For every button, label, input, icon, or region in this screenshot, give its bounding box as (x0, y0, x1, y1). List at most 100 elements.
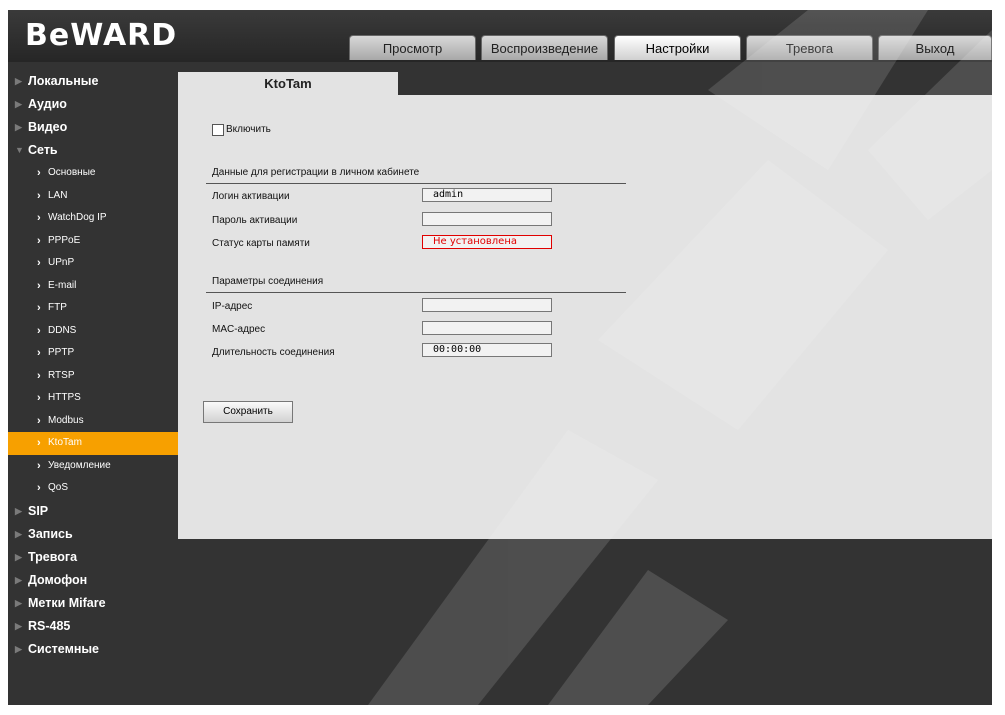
section-divider (206, 292, 626, 293)
sidebar-subitem-label: WatchDog IP (48, 212, 107, 223)
sidebar-item-record[interactable]: ▶ Запись (8, 523, 178, 546)
arrow-right-icon: ▶ (15, 76, 22, 86)
ip-label: IP-адрес (212, 301, 253, 312)
chevron-right-icon: › (37, 437, 41, 449)
mac-label: MAC-адрес (212, 324, 266, 335)
sidebar-item-label: RS-485 (28, 618, 71, 633)
chevron-right-icon: › (37, 347, 41, 359)
sidebar-item-intercom[interactable]: ▶ Домофон (8, 569, 178, 592)
app-frame: BeWARD Просмотр Воспроизведение Настройк… (8, 10, 992, 705)
sidebar-subitem-rtsp[interactable]: › RTSP (8, 365, 178, 388)
arrow-right-icon: ▶ (15, 574, 22, 585)
sidebar-subitem-modbus[interactable]: › Modbus (8, 410, 178, 433)
settings-panel: Включить Данные для регистрации в личном… (178, 95, 992, 539)
sidebar-subitem-label: LAN (48, 189, 68, 201)
arrow-right-icon: ▶ (15, 551, 22, 562)
sidebar-item-audio[interactable]: ▶ Аудио (8, 93, 178, 116)
sd-status-field: Не установлена (422, 235, 552, 249)
sidebar-subitem-label: Основные (48, 167, 96, 178)
sidebar-subitem-pptp[interactable]: › PPTP (8, 342, 178, 365)
sidebar-subitem-label: PPPoE (48, 234, 81, 246)
sidebar-item-label: Тревога (28, 549, 78, 564)
chevron-right-icon: › (37, 279, 41, 292)
mac-field[interactable] (422, 321, 552, 335)
sidebar-subitem-label: KtoTam (48, 437, 82, 448)
chevron-right-icon: › (37, 459, 41, 472)
sidebar-subitem-watchdog[interactable]: › WatchDog IP (8, 207, 178, 230)
sidebar-item-label: Локальные (28, 74, 99, 88)
sidebar-subitem-ddns[interactable]: › DDNS (8, 320, 178, 343)
sidebar-subitem-label: PPTP (48, 347, 75, 358)
sidebar-subitem-email[interactable]: › E-mail (8, 275, 178, 298)
arrow-right-icon: ▶ (15, 505, 22, 516)
section-divider (206, 183, 626, 184)
brand-logo: BeWARD (25, 18, 178, 53)
arrow-right-icon: ▶ (15, 597, 22, 608)
sidebar-subitem-label: E-mail (48, 279, 77, 291)
password-field[interactable] (422, 212, 552, 226)
arrow-right-icon: ▶ (15, 99, 22, 109)
enable-checkbox[interactable] (212, 124, 224, 136)
sidebar: ▶ Локальные ▶ Аудио ▶ Видео ▼ Сеть › Основные… (8, 70, 178, 661)
duration-field: 00:00:00 (422, 343, 552, 357)
tab-exit[interactable]: Выход (878, 35, 992, 60)
sidebar-subitem-label: DDNS (48, 324, 77, 336)
sidebar-subitem-https[interactable]: › HTTPS (8, 387, 178, 410)
sidebar-item-label: SIP (28, 503, 49, 518)
chevron-right-icon: › (37, 189, 41, 202)
tab-settings[interactable]: Настройки (614, 35, 741, 60)
sidebar-item-system[interactable]: ▶ Системные (8, 638, 178, 661)
save-button[interactable]: Сохранить (203, 401, 293, 423)
sidebar-subitem-label: HTTPS (48, 392, 81, 403)
chevron-right-icon: › (37, 369, 41, 382)
chevron-right-icon: › (37, 482, 41, 494)
sidebar-item-rs485[interactable]: ▶ RS-485 (8, 615, 178, 638)
sidebar-item-network[interactable]: ▼ Сеть (8, 139, 178, 162)
chevron-right-icon: › (37, 167, 41, 179)
sidebar-subitem-ktotam[interactable]: › KtoTam (8, 432, 178, 455)
sidebar-item-sip[interactable]: ▶ SIP (8, 500, 178, 523)
chevron-right-icon: › (37, 234, 41, 247)
sidebar-subitem-ftp[interactable]: › FTP (8, 297, 178, 320)
ip-field[interactable] (422, 298, 552, 312)
sidebar-subitem-pppoe[interactable]: › PPPoE (8, 230, 178, 253)
sidebar-subitem-label: UPnP (48, 257, 75, 268)
arrow-right-icon: ▶ (15, 620, 22, 631)
arrow-down-icon: ▼ (15, 145, 24, 155)
arrow-right-icon: ▶ (15, 122, 22, 132)
sidebar-item-mifare[interactable]: ▶ Метки Mifare (8, 592, 178, 615)
sd-status-label: Статус карты памяти (212, 238, 310, 249)
sidebar-subitem-qos[interactable]: › QoS (8, 477, 178, 500)
sidebar-item-label: Сеть (28, 143, 58, 157)
sidebar-item-label: Запись (28, 526, 73, 541)
tab-playback[interactable]: Воспроизведение (481, 35, 608, 60)
sidebar-item-video[interactable]: ▶ Видео (8, 116, 178, 139)
sidebar-subitem-basic[interactable]: › Основные (8, 162, 178, 185)
sidebar-subitem-label: QoS (48, 482, 69, 493)
section-registration-title: Данные для регистрации в личном кабинете (212, 167, 420, 178)
chevron-right-icon: › (37, 257, 41, 269)
duration-label: Длительность соединения (212, 347, 335, 358)
chevron-right-icon: › (37, 212, 41, 224)
sidebar-subitem-lan[interactable]: › LAN (8, 185, 178, 208)
sidebar-item-local[interactable]: ▶ Локальные (8, 70, 178, 93)
tab-alarm[interactable]: Тревога (746, 35, 873, 60)
arrow-right-icon: ▶ (15, 643, 22, 654)
sidebar-item-alarm[interactable]: ▶ Тревога (8, 546, 178, 569)
sidebar-subitem-notification[interactable]: › Уведомление (8, 455, 178, 478)
sidebar-item-label: Аудио (28, 97, 67, 111)
login-label: Логин активации (212, 191, 290, 202)
login-field[interactable]: admin (422, 188, 552, 202)
sidebar-item-label: Метки Mifare (28, 595, 106, 610)
tab-view[interactable]: Просмотр (349, 35, 476, 60)
enable-label: Включить (226, 124, 271, 135)
sidebar-item-label: Системные (28, 641, 99, 656)
arrow-right-icon: ▶ (15, 528, 22, 539)
panel-title: KtoTam (178, 72, 398, 95)
sidebar-subitem-label: RTSP (48, 369, 75, 381)
sidebar-subitem-label: FTP (48, 302, 67, 313)
chevron-right-icon: › (37, 324, 41, 337)
sidebar-item-label: Домофон (28, 572, 88, 587)
sidebar-subitem-upnp[interactable]: › UPnP (8, 252, 178, 275)
sidebar-item-label: Видео (28, 120, 68, 134)
